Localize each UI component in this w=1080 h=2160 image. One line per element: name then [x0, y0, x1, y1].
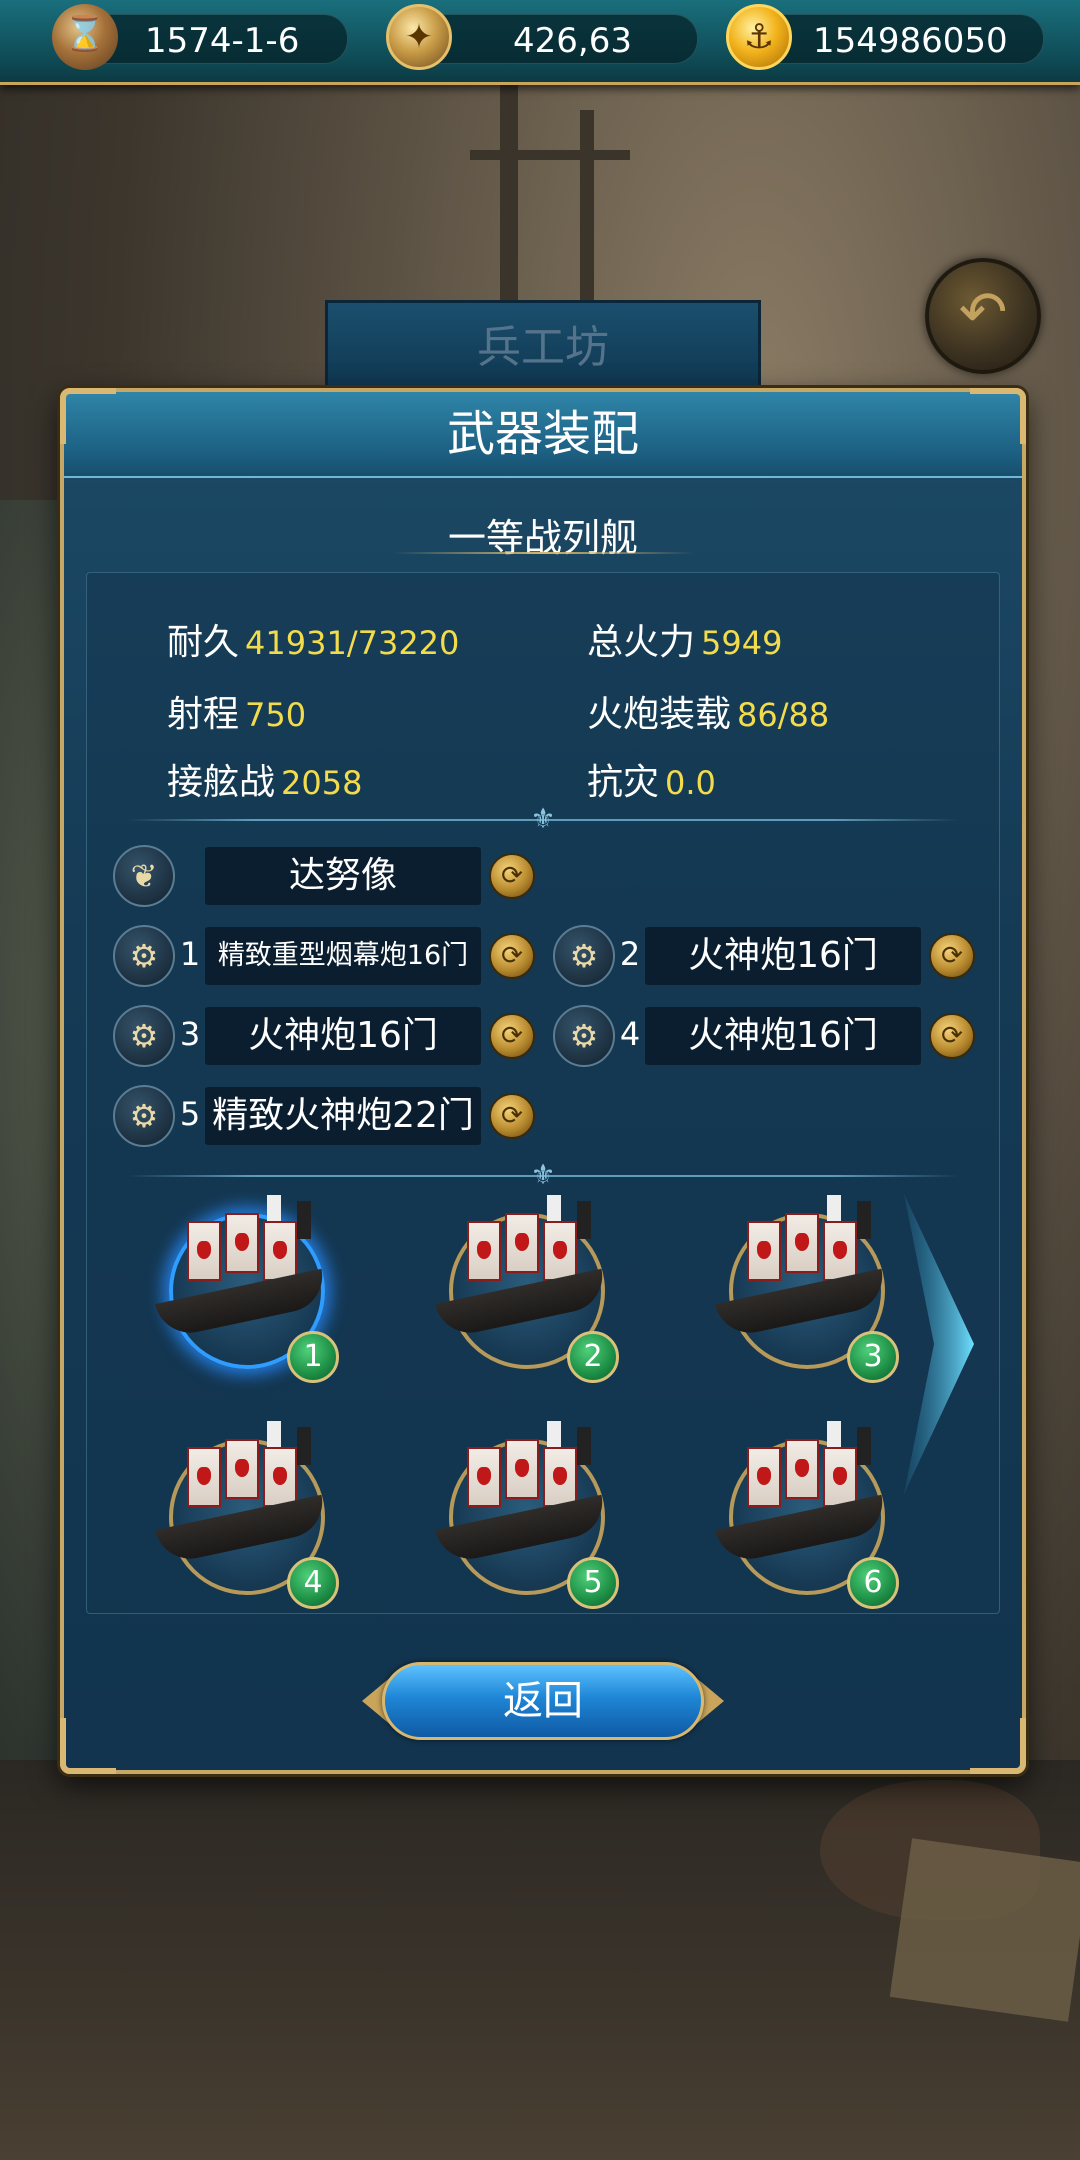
resource-bar: 1574-1-6 ⌛ 426,63 ✦ 154986050 ⚓ [0, 0, 1080, 85]
ship-number-badge: 3 [847, 1331, 899, 1383]
panel-title: 武器装配 [446, 406, 639, 462]
weapon-assembly-panel: 武器装配 一等战列舰 耐久 41931/73220 总火力 5949 射程 750 火… [60, 388, 1026, 1774]
slot-2-weapon[interactable]: 火神炮16门 [645, 927, 921, 985]
slot-1-swap-button[interactable]: ⟳ [489, 933, 535, 979]
date-display: 1574-1-6 [78, 14, 348, 64]
slot-3-weapon[interactable]: 火神炮16门 [205, 1007, 481, 1065]
cannon-icon: ⚙ [113, 925, 175, 987]
ship-number-badge: 6 [847, 1557, 899, 1609]
coordinates-text: 426,63 [513, 21, 632, 61]
stat-boarding: 接舷战 2058 [167, 762, 363, 803]
stat-firepower: 总火力 5949 [587, 622, 783, 663]
swap-icon: ⟳ [501, 1021, 523, 1051]
ship-card[interactable]: 2 [427, 1191, 619, 1383]
slot-5-swap-button[interactable]: ⟳ [489, 1093, 535, 1139]
panel-header: 武器装配 [64, 392, 1022, 478]
title-underline [394, 552, 694, 554]
stat-disaster-resist: 抗灾 0.0 [587, 762, 716, 803]
cannon-icon: ⚙ [553, 1005, 615, 1067]
stat-range: 射程 750 [167, 694, 307, 735]
wing-icon: ❦ [113, 845, 175, 907]
gold-display: 154986050 [752, 14, 1044, 64]
ship-number-badge: 4 [287, 1557, 339, 1609]
compass-icon: ✦ [386, 4, 452, 70]
next-page-arrow-icon[interactable] [904, 1194, 984, 1494]
ship-card[interactable]: 5 [427, 1417, 619, 1609]
coordinates-display: 426,63 [416, 14, 698, 64]
slot-number: 4 [619, 1015, 641, 1053]
slot-number: 2 [619, 935, 641, 973]
ship-card[interactable]: 1 [147, 1191, 339, 1383]
hourglass-icon: ⌛ [52, 4, 118, 70]
swap-icon: ⟳ [941, 1021, 963, 1051]
slot-number: 3 [179, 1015, 201, 1053]
ship-card[interactable]: 6 [707, 1417, 899, 1609]
cannon-icon: ⚙ [553, 925, 615, 987]
ship-number-badge: 1 [287, 1331, 339, 1383]
swap-icon: ⟳ [501, 1101, 523, 1131]
cannon-icon: ⚙ [113, 1085, 175, 1147]
slot-4-weapon[interactable]: 火神炮16门 [645, 1007, 921, 1065]
slot-5-weapon[interactable]: 精致火神炮22门 [205, 1087, 481, 1145]
figurehead-swap-button[interactable]: ⟳ [489, 853, 535, 899]
date-text: 1574-1-6 [145, 21, 300, 61]
divider-ornament-icon: ⚜ [530, 802, 556, 835]
swap-icon: ⟳ [501, 861, 523, 891]
return-button-label: 返回 [503, 1678, 583, 1724]
return-button[interactable]: 返回 [362, 1654, 724, 1748]
back-arrow-icon: ↶ [958, 278, 1008, 346]
divider-ornament-icon: ⚜ [530, 1158, 556, 1191]
slot-1-weapon[interactable]: 精致重型烟幕炮16门 [205, 927, 481, 985]
ship-number-badge: 5 [567, 1557, 619, 1609]
back-button[interactable]: ↶ [925, 258, 1041, 374]
slot-number: 5 [179, 1095, 201, 1133]
swap-icon: ⟳ [941, 941, 963, 971]
slot-4-swap-button[interactable]: ⟳ [929, 1013, 975, 1059]
ship-card[interactable]: 3 [707, 1191, 899, 1383]
ship-card[interactable]: 4 [147, 1417, 339, 1609]
stat-durability: 耐久 41931/73220 [167, 622, 460, 663]
slot-2-swap-button[interactable]: ⟳ [929, 933, 975, 979]
gold-text: 154986050 [813, 21, 1008, 61]
cannon-icon: ⚙ [113, 1005, 175, 1067]
ship-number-badge: 2 [567, 1331, 619, 1383]
swap-icon: ⟳ [501, 941, 523, 971]
stat-cannon-load: 火炮装载 86/88 [587, 694, 830, 735]
figurehead-field[interactable]: 达努像 [205, 847, 481, 905]
stats-area: 耐久 41931/73220 总火力 5949 射程 750 火炮装载 86/88 接舷… [86, 572, 1000, 1614]
gold-anchor-coin-icon: ⚓ [726, 4, 792, 70]
slot-number: 1 [179, 935, 201, 973]
workshop-sign-label: 兵工坊 [477, 322, 609, 373]
workshop-sign: 兵工坊 [325, 300, 761, 396]
slot-3-swap-button[interactable]: ⟳ [489, 1013, 535, 1059]
